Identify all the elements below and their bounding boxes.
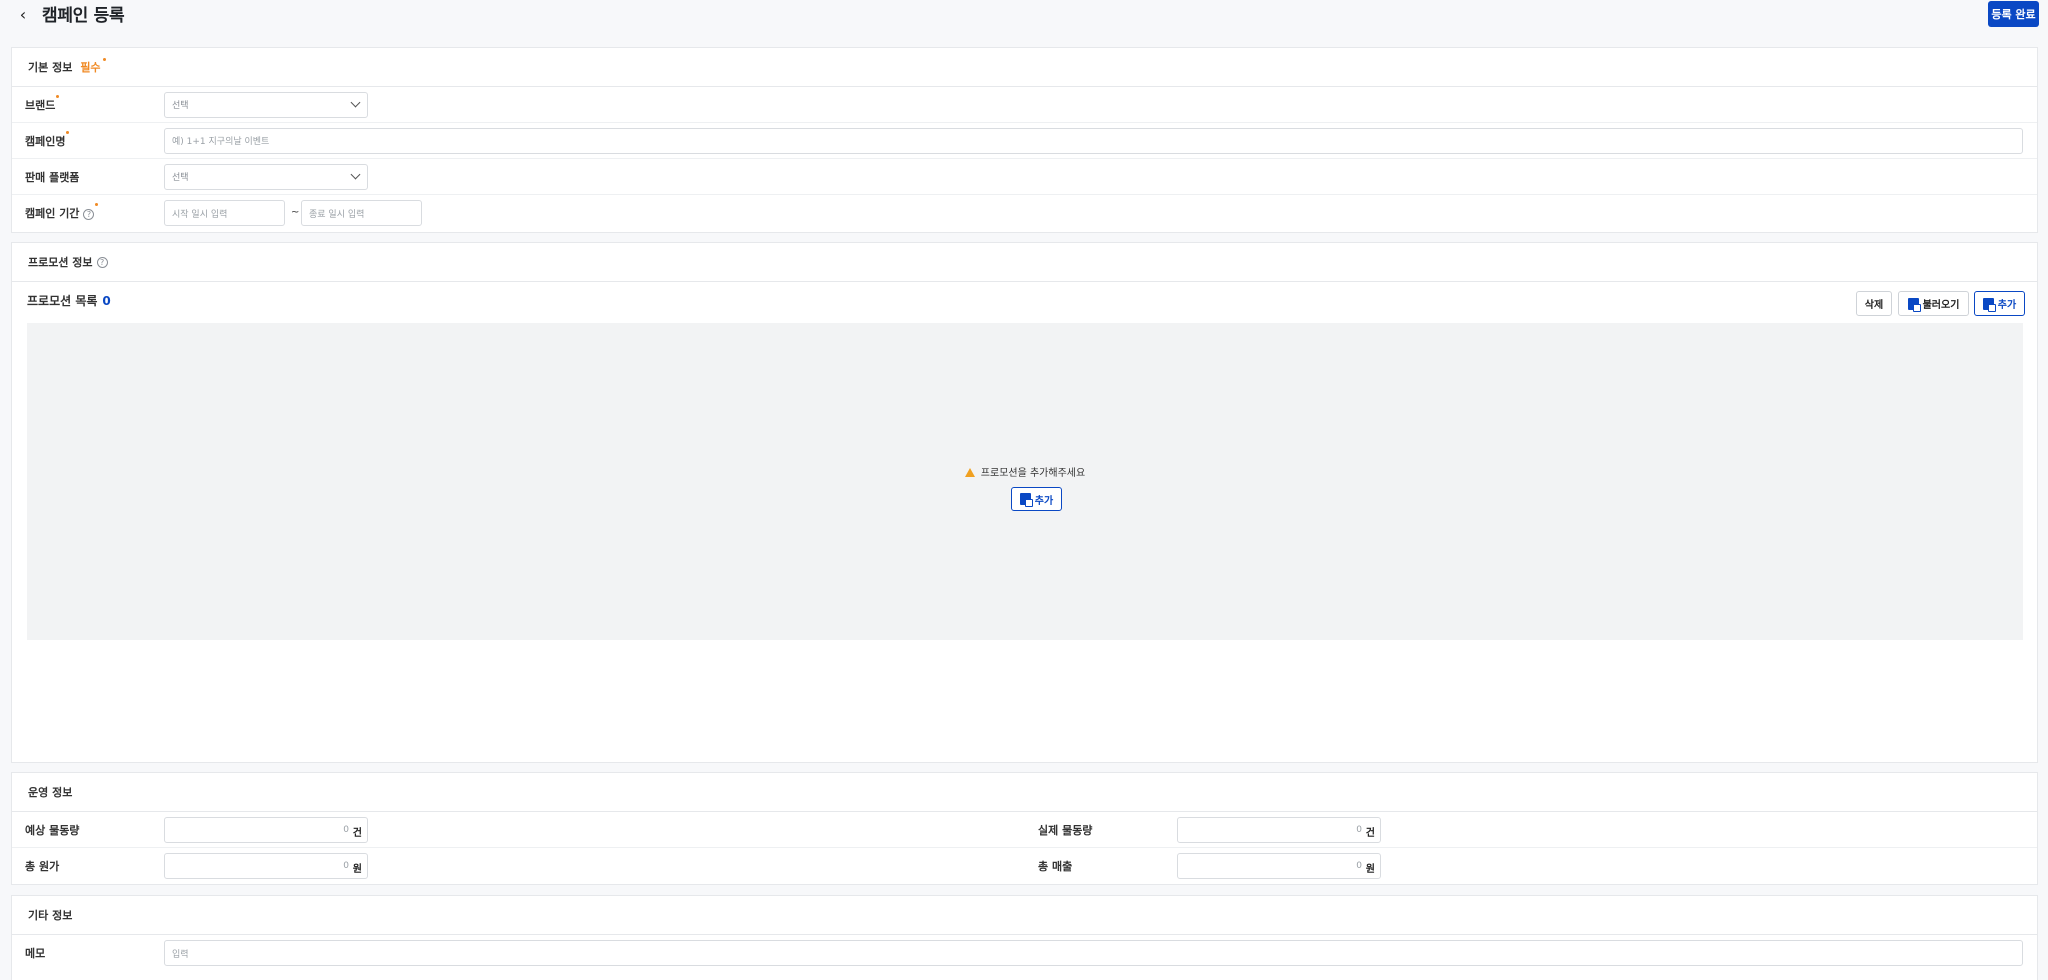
empty-message: 프로모션을 추가해주세요: [27, 464, 2023, 479]
page-header: ‹ 캠페인 등록 등록 완료: [0, 0, 2048, 30]
campaign-name-row: 캠페인명 예) 1+1 지구의날 이벤트: [12, 123, 2037, 159]
operation-header: 운영 정보: [12, 773, 2037, 812]
promotion-list: 프로모션 목록 0 삭제 불러오기 추가 프로모션을 추가해주세요 추가: [12, 282, 2037, 646]
required-badge: 필수: [80, 58, 106, 75]
promotion-section: 프로모션 정보 ? 프로모션 목록 0 삭제 불러오기 추가 프로모션을 추가해주…: [11, 242, 2038, 763]
actual-volume-input[interactable]: 0건: [1177, 816, 1381, 843]
section-title: 기타 정보: [28, 909, 73, 922]
actual-volume-label: 실제 물동량: [1038, 823, 1093, 837]
help-icon[interactable]: ?: [96, 256, 108, 268]
delete-button[interactable]: 삭제: [1856, 291, 1892, 316]
section-title: 운영 정보: [28, 786, 73, 799]
add-promotion-button[interactable]: 추가: [1974, 291, 2025, 316]
section-title: 프로모션 정보: [28, 256, 93, 269]
total-sales-input[interactable]: 0원: [1177, 853, 1381, 879]
expected-volume-input[interactable]: 0건: [164, 816, 368, 843]
start-date-input[interactable]: 시작 일시 입력: [164, 200, 285, 226]
memo-input[interactable]: 입력: [164, 940, 2023, 966]
promotion-header: 프로모션 정보 ?: [12, 243, 2037, 282]
section-title: 기본 정보: [28, 61, 73, 74]
load-button[interactable]: 불러오기: [1898, 291, 1969, 316]
brand-select[interactable]: 선택: [164, 91, 368, 118]
chevron-down-icon: [350, 169, 361, 179]
document-icon: [1907, 297, 1921, 312]
end-date-input[interactable]: 종료 일시 입력: [301, 200, 422, 226]
date-separator: ~: [291, 207, 300, 218]
etc-section: 기타 정보 메모 입력: [11, 895, 2038, 980]
submit-button[interactable]: 등록 완료: [1988, 1, 2039, 27]
period-label: 캠페인 기간?: [25, 203, 99, 221]
total-cost-label: 총 원가: [25, 860, 60, 873]
back-icon[interactable]: ‹: [14, 5, 32, 24]
campaign-name-label: 캠페인명: [25, 130, 70, 149]
period-row: 캠페인 기간? 시작 일시 입력 ~ 종료 일시 입력: [12, 195, 2037, 231]
expected-volume-label: 예상 물동량: [25, 823, 80, 837]
page-title: 캠페인 등록: [42, 6, 125, 26]
basic-info-header: 기본 정보 필수: [12, 48, 2037, 87]
campaign-name-input[interactable]: 예) 1+1 지구의날 이벤트: [164, 127, 2023, 154]
operation-section: 운영 정보 예상 물동량 0건 실제 물동량 0건 총 원가 0원 총 매출 0…: [11, 772, 2038, 885]
copy-icon: [1982, 297, 1996, 312]
chevron-down-icon: [350, 97, 361, 107]
platform-row: 판매 플랫폼 선택: [12, 159, 2037, 195]
empty-add-button[interactable]: 추가: [1011, 487, 1062, 511]
promotion-empty-state: 프로모션을 추가해주세요 추가: [27, 323, 2023, 640]
copy-icon: [1019, 493, 1033, 507]
memo-label: 메모: [25, 947, 46, 960]
help-icon[interactable]: ?: [83, 209, 95, 220]
brand-label: 브랜드: [25, 94, 60, 113]
platform-select[interactable]: 선택: [164, 163, 368, 190]
warning-icon: [964, 468, 975, 477]
brand-row: 브랜드 선택: [12, 87, 2037, 123]
etc-header: 기타 정보: [12, 896, 2037, 935]
promotion-list-title: 프로모션 목록 0: [27, 294, 111, 308]
platform-label: 판매 플랫폼: [25, 170, 80, 184]
volume-row: 예상 물동량 0건 실제 물동량 0건: [12, 812, 2037, 848]
memo-row: 메모 입력: [12, 935, 2037, 971]
money-row: 총 원가 0원 총 매출 0원: [12, 848, 2037, 884]
total-sales-label: 총 매출: [1038, 860, 1073, 873]
basic-info-section: 기본 정보 필수 브랜드 선택 캠페인명 예) 1+1 지구의날 이벤트 판매 …: [11, 47, 2038, 233]
promotion-count: 0: [102, 294, 111, 308]
total-cost-input[interactable]: 0원: [164, 853, 368, 879]
